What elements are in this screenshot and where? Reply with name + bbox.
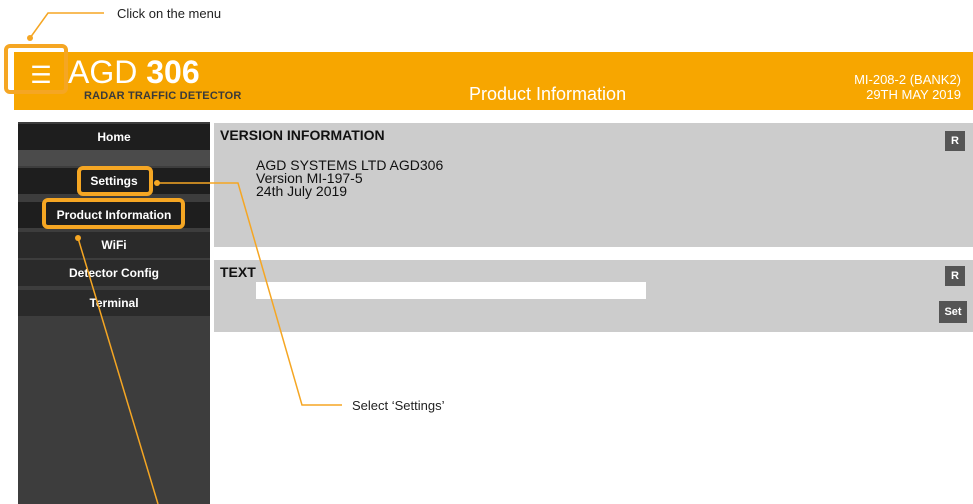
highlight-settings [77, 166, 153, 196]
annotation-step-menu: Click on the menu [117, 6, 222, 21]
tutorial-screenshot: ☰ AGD 306 RADAR TRAFFIC DETECTOR Product… [0, 0, 973, 504]
highlight-menu [4, 44, 68, 94]
annotation-step-settings: Select ‘Settings’ [352, 398, 445, 413]
annotation-lines [27, 12, 342, 504]
highlight-product-information [42, 198, 185, 229]
